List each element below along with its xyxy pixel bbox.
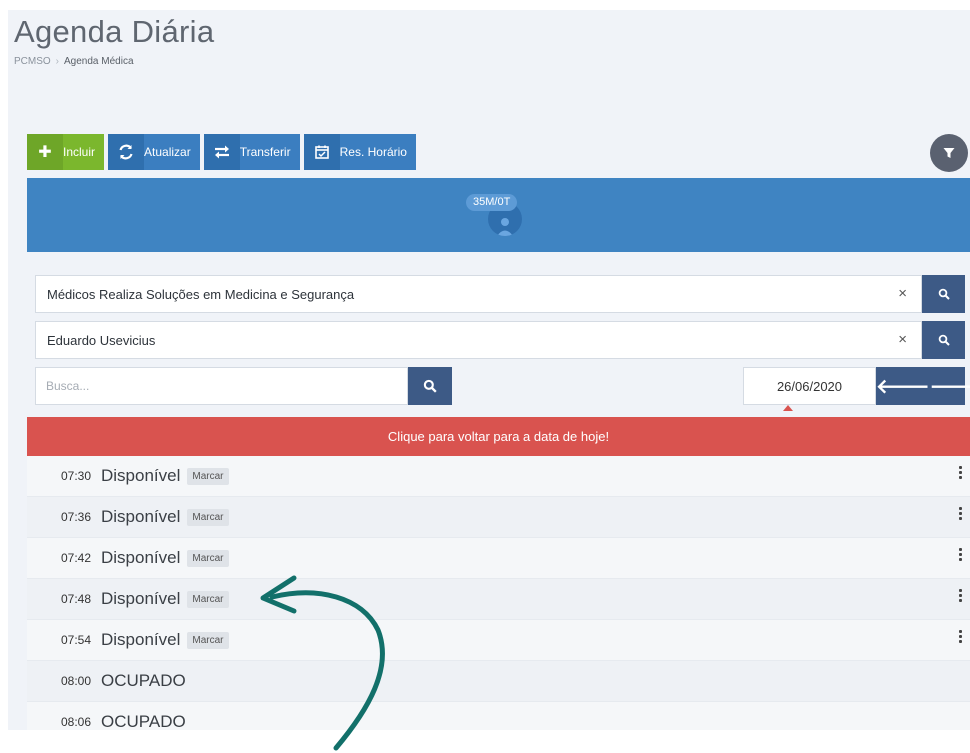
back-to-today-bar[interactable]: Clique para voltar para a data de hoje! [27,417,970,456]
transfer-arrows-icon [203,134,240,170]
clinic-field[interactable]: Médicos Realiza Soluções em Medicina e S… [35,275,922,313]
schedule-slot[interactable]: 07:48 Disponível Marcar [27,579,970,620]
slot-status: Disponível [101,630,181,649]
breadcrumb: PCMSO › Agenda Médica [14,56,134,67]
reserve-time-button[interactable]: Res. Horário [303,134,416,170]
slot-status: Disponível [101,466,181,485]
session-badge: 35M/0T [466,194,518,211]
doctor-search-button[interactable] [922,321,965,359]
filter-button[interactable] [930,134,968,172]
previous-day-arrow-icon[interactable]: 🡐 [876,374,930,399]
schedule-slot: 08:00 OCUPADO [27,661,970,702]
refresh-button[interactable]: Atualizar [108,134,200,170]
schedule-slot[interactable]: 07:54 Disponível Marcar [27,620,970,661]
search-icon [423,379,437,393]
breadcrumb-item-pcmso[interactable]: PCMSO [14,56,51,67]
doctor-field[interactable]: Eduardo Usevicius × [35,321,922,359]
include-label: Incluir [63,145,96,159]
schedule-slot[interactable]: 07:36 Disponível Marcar [27,497,970,538]
slot-status: OCUPADO [101,671,186,690]
date-navigation: 🡐 🡒 [876,367,970,405]
clinic-value: Médicos Realiza Soluções em Medicina e S… [47,286,355,302]
slot-time: 07:54 [60,633,91,647]
more-options-icon[interactable] [955,507,965,520]
clear-doctor-icon[interactable]: × [898,331,907,348]
slot-status: Disponível [101,548,181,567]
schedule-slot: 08:06 OCUPADO [27,702,970,730]
breadcrumb-separator: › [55,56,60,67]
breadcrumb-item-current: Agenda Médica [64,56,134,67]
more-options-icon[interactable] [955,630,965,643]
user-icon [497,218,513,236]
slot-time: 07:42 [60,551,91,565]
schedule-slot[interactable]: 07:42 Disponível Marcar [27,538,970,579]
toolbar: ✚ Incluir Atualizar Transferir Res. Horá… [27,134,416,170]
search-button[interactable] [408,367,452,405]
app-window: Agenda Diária PCMSO › Agenda Médica ✚ Incl… [8,10,970,730]
slot-time: 07:48 [60,592,91,606]
book-slot-button[interactable]: Marcar [187,549,229,567]
more-options-icon[interactable] [955,589,965,602]
refresh-label: Atualizar [144,145,191,159]
calendar-check-icon [303,134,340,170]
slot-time: 08:00 [60,674,91,688]
filter-funnel-icon [943,148,955,158]
search-icon [938,334,950,346]
back-to-today-label: Clique para voltar para a data de hoje! [387,429,610,444]
slot-status: OCUPADO [101,712,186,730]
page-title: Agenda Diária [14,14,215,49]
include-button[interactable]: ✚ Incluir [27,134,105,170]
date-value: 26/06/2020 [776,378,843,394]
date-field[interactable]: 26/06/2020 [743,367,876,405]
date-caret-indicator [783,405,793,411]
transfer-label: Transferir [239,145,291,159]
next-day-arrow-icon[interactable]: 🡒 [930,374,970,399]
search-input[interactable] [35,367,408,405]
schedule-list: 07:30 Disponível Marcar 07:36 Disponível… [27,456,970,730]
book-slot-button[interactable]: Marcar [187,631,229,649]
slot-status: Disponível [101,507,181,526]
book-slot-button[interactable]: Marcar [187,508,229,526]
reserve-time-label: Res. Horário [339,145,407,159]
clinic-search-button[interactable] [922,275,965,313]
search-icon [938,288,950,300]
more-options-icon[interactable] [955,466,965,479]
professional-banner: 35M/0T [27,178,970,252]
more-options-icon[interactable] [955,548,965,561]
transfer-button[interactable]: Transferir [203,134,300,170]
slot-time: 07:30 [60,469,91,483]
slot-status: Disponível [101,589,181,608]
refresh-icon [108,134,145,170]
plus-icon: ✚ [27,134,63,170]
book-slot-button[interactable]: Marcar [187,590,229,608]
book-slot-button[interactable]: Marcar [187,467,229,485]
schedule-slot[interactable]: 07:30 Disponível Marcar [27,456,970,497]
slot-time: 08:06 [60,715,91,729]
slot-time: 07:36 [60,510,91,524]
doctor-value: Eduardo Usevicius [47,332,156,348]
clear-clinic-icon[interactable]: × [898,285,907,302]
